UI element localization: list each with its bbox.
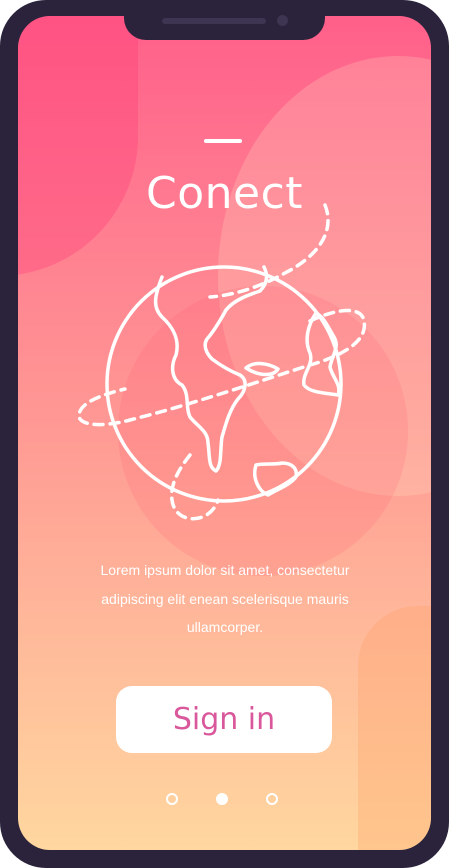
title-decoration-dash	[204, 139, 242, 143]
description-line: ullamcorper.	[186, 619, 264, 635]
pagination-dot[interactable]	[266, 793, 278, 805]
globe-icon	[77, 203, 367, 521]
speaker-grille	[162, 18, 266, 24]
pagination-dot[interactable]	[166, 793, 178, 805]
background-blob	[358, 606, 431, 850]
description-line: adipiscing elit enean scelerisque mauris	[101, 590, 349, 607]
description-text: Lorem ipsum dolor sit amet, consectetur …	[75, 556, 375, 642]
camera-icon	[277, 15, 288, 26]
phone-notch	[124, 0, 325, 40]
pagination-dots	[166, 793, 286, 809]
description-line: Lorem ipsum dolor sit amet, consectetur	[100, 562, 350, 578]
sign-in-button[interactable]: Sign in	[116, 686, 332, 753]
pagination-dot-active[interactable]	[216, 793, 228, 805]
